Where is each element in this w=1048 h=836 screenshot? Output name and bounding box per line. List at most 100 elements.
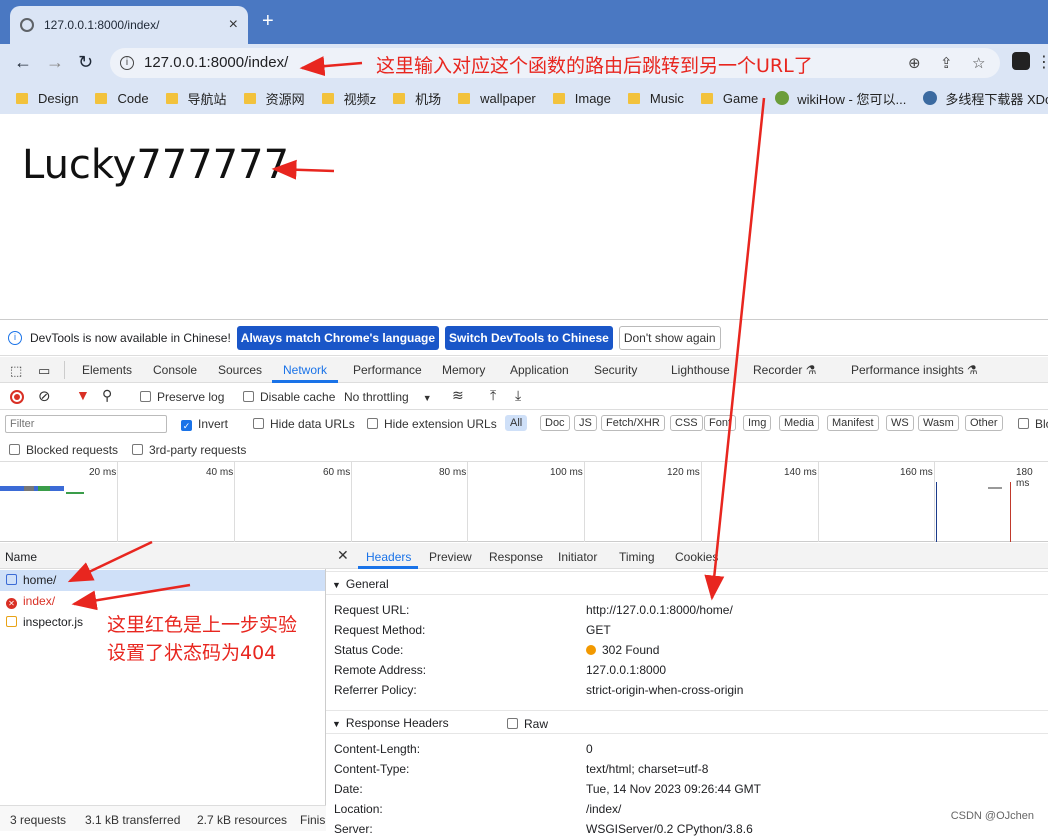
request-row[interactable]: home/ [0,570,325,591]
site-info-icon[interactable]: i [120,56,134,70]
waterfall-bar [66,492,84,494]
bookmark-folder[interactable]: Image [552,91,611,106]
close-tab-icon[interactable]: × [229,16,238,34]
share-icon[interactable]: ⇪ [940,54,953,72]
tab-elements[interactable]: Elements [82,363,132,377]
bookmark-folder[interactable]: 资源网 [243,89,305,108]
filter-chip-css[interactable]: CSS [670,415,703,431]
inspect-icon[interactable]: ⬚ [10,363,22,379]
hide-data-urls-checkbox[interactable]: Hide data URLs [253,417,355,431]
tab-initiator[interactable]: Initiator [558,550,597,564]
bookmark-site[interactable]: 多线程下载器 XDo... [923,89,1048,108]
bookmark-site[interactable]: wikiHow - 您可以... [775,89,906,108]
response-headers-section[interactable]: ▼ Response Headers Raw [326,710,1048,734]
filter-chip-manifest[interactable]: Manifest [827,415,879,431]
bookmark-folder[interactable]: Music [627,91,684,106]
device-toolbar-icon[interactable]: ▭ [38,363,50,379]
tab-memory[interactable]: Memory [442,363,485,377]
tick-label: 160 ms [900,467,933,478]
bookmark-folder[interactable]: 机场 [393,89,441,108]
page-heading: Lucky777777 [22,142,290,188]
tab-cookies[interactable]: Cookies [675,550,718,564]
tab-network[interactable]: Network [283,363,327,377]
folder-icon [243,92,256,104]
folder-icon [393,92,406,104]
annotation-top: 这里输入对应这个函数的路由后跳转到另一个URL了 [376,55,813,77]
filter-icon[interactable]: ▼ [76,387,90,403]
menu-icon[interactable]: ⋮ [1036,52,1048,72]
reload-button[interactable]: ↻ [78,52,93,73]
filter-chip-ws[interactable]: WS [886,415,914,431]
bookmark-folder[interactable]: Code [95,91,149,106]
tab-recorder[interactable]: Recorder ⚗ [753,363,816,377]
filter-chip-font[interactable]: Font [704,415,736,431]
tab-timing[interactable]: Timing [619,550,655,564]
switch-chinese-button[interactable]: Switch DevTools to Chinese [445,325,613,350]
tab-console[interactable]: Console [153,363,197,377]
filter-chip-js[interactable]: JS [574,415,597,431]
filter-chip-wasm[interactable]: Wasm [918,415,959,431]
url-text[interactable]: 127.0.0.1:8000/index/ [144,54,288,71]
throttling-select[interactable]: No throttling ▼ [344,390,432,404]
disable-cache-checkbox[interactable]: Disable cache [243,390,335,404]
hide-extension-urls-checkbox[interactable]: Hide extension URLs [367,417,497,431]
tab-response[interactable]: Response [489,550,543,564]
filter-chip-doc[interactable]: Doc [540,415,570,431]
filter-chip-other[interactable]: Other [965,415,1003,431]
active-tab-indicator [358,566,418,569]
tick-label: 80 ms [439,467,467,478]
tab-headers[interactable]: Headers [366,550,411,564]
blocked-requests-checkbox[interactable]: Blocked requests [9,443,118,457]
tick-label: 100 ms [550,467,583,478]
folder-icon [552,92,565,104]
raw-checkbox[interactable]: Raw [507,717,548,731]
name-column-header[interactable]: Name [0,543,326,569]
blocked-cookies-checkbox[interactable]: Blo [1018,417,1048,431]
resources-size: 2.7 kB resources [197,813,288,827]
tab-security[interactable]: Security [594,363,637,377]
close-details-icon[interactable]: ✕ [337,547,349,564]
tab-sources[interactable]: Sources [218,363,262,377]
new-tab-button[interactable]: + [262,10,274,33]
filter-chip-media[interactable]: Media [779,415,819,431]
record-icon[interactable] [10,390,24,404]
timeline-overview[interactable]: 20 ms 40 ms 60 ms 80 ms 100 ms 120 ms 14… [0,462,1048,542]
extension-icon[interactable] [1012,52,1030,70]
tab-lighthouse[interactable]: Lighthouse [671,363,730,377]
search-icon[interactable]: ⚲ [102,387,112,404]
back-button[interactable]: ← [14,52,32,73]
import-har-icon[interactable]: ⤒ [490,387,496,404]
invert-checkbox[interactable]: ✓ Invert [181,417,228,431]
tab-performance[interactable]: Performance [353,363,422,377]
bookmark-folder[interactable]: Game [700,91,758,106]
dont-show-button[interactable]: Don't show again [618,325,721,350]
export-har-icon[interactable]: ⤓ [515,387,521,404]
bookmark-folder[interactable]: 视频z [321,89,376,108]
tab-preview[interactable]: Preview [429,550,472,564]
zoom-icon[interactable]: ⊕ [908,54,921,72]
filter-chip-all[interactable]: All [505,415,528,431]
tab-application[interactable]: Application [510,363,569,377]
browser-tab[interactable]: 127.0.0.1:8000/index/ × [10,6,248,44]
bookmark-folder[interactable]: 导航站 [165,89,227,108]
finish-time: Finis [300,813,326,827]
tick-label: 180 ms [1016,467,1033,489]
network-conditions-icon[interactable]: ≋ [452,387,464,404]
filter-chip-img[interactable]: Img [743,415,772,431]
request-count: 3 requests [10,813,67,827]
tab-performance-insights[interactable]: Performance insights ⚗ [851,363,978,377]
clear-icon[interactable]: ⊘ [38,387,51,405]
bookmark-star-icon[interactable]: ☆ [972,54,985,72]
forward-button[interactable]: → [46,52,64,73]
filter-chip-fetch[interactable]: Fetch/XHR [601,415,665,431]
request-row[interactable]: ✕ index/ [0,591,325,612]
general-section-header[interactable]: ▼ General [326,571,1048,595]
filter-input[interactable] [5,415,167,433]
devtools-infobar: i DevTools is now available in Chinese! … [0,319,1048,356]
active-tab-indicator [272,380,338,383]
match-language-button[interactable]: Always match Chrome's language [236,325,440,350]
third-party-checkbox[interactable]: 3rd-party requests [132,443,246,457]
bookmark-folder[interactable]: Design [16,91,78,106]
bookmark-folder[interactable]: wallpaper [458,91,536,106]
preserve-log-checkbox[interactable]: Preserve log [140,390,224,404]
